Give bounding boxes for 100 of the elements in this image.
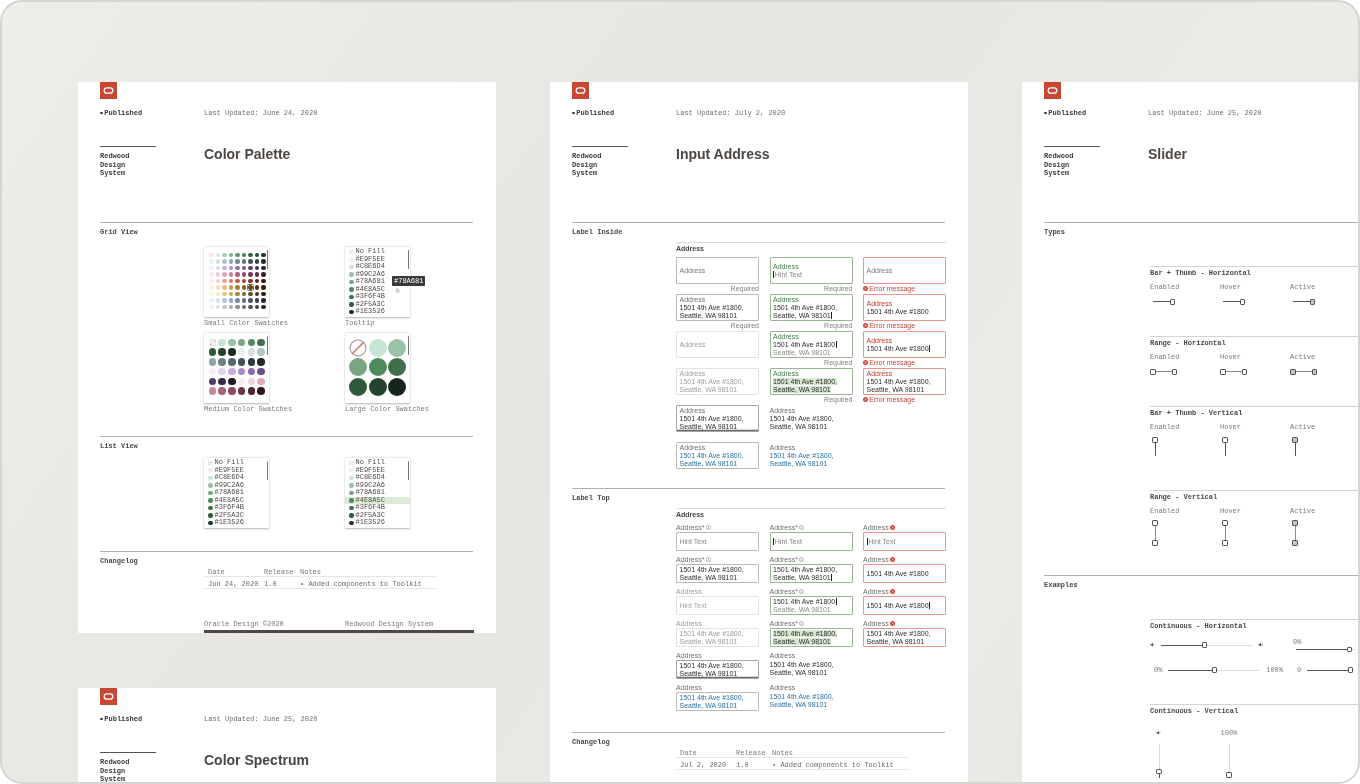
color-swatch-icon[interactable] xyxy=(235,285,240,290)
color-swatch-icon[interactable] xyxy=(222,265,227,270)
slider-thumb[interactable] xyxy=(1220,369,1226,375)
color-swatch-icon[interactable] xyxy=(241,291,246,296)
color-swatch-icon[interactable] xyxy=(261,291,266,296)
range-slider[interactable] xyxy=(1220,369,1247,375)
slider-thumb[interactable] xyxy=(1222,437,1228,443)
color-swatch-icon[interactable] xyxy=(241,278,246,283)
color-swatch-icon[interactable] xyxy=(222,285,227,290)
slider-thumb[interactable] xyxy=(1152,437,1158,443)
color-swatch-icon[interactable] xyxy=(254,278,259,283)
color-swatch-icon[interactable] xyxy=(228,338,236,346)
range-slider[interactable] xyxy=(1290,369,1317,375)
slider-thumb[interactable] xyxy=(1292,520,1298,526)
color-swatch-icon[interactable] xyxy=(247,284,254,291)
color-swatch-icon[interactable] xyxy=(247,387,256,395)
slider-track[interactable] xyxy=(1158,642,1255,648)
slider-thumb[interactable] xyxy=(1309,299,1315,305)
color-swatch-icon[interactable] xyxy=(254,291,259,296)
scrollbar-thumb[interactable] xyxy=(407,461,409,480)
slider-thumb[interactable] xyxy=(1222,520,1228,526)
color-swatch-icon[interactable] xyxy=(247,377,256,386)
scrollbar-thumb[interactable] xyxy=(407,250,409,269)
color-swatch-icon[interactable] xyxy=(247,367,256,376)
color-swatch-icon[interactable] xyxy=(349,377,367,396)
color-swatch-icon[interactable] xyxy=(222,304,227,309)
slider-thumb[interactable] xyxy=(1156,768,1162,775)
slider-thumb[interactable] xyxy=(1169,299,1175,305)
color-swatch-icon[interactable] xyxy=(228,285,233,290)
color-swatch-icon[interactable] xyxy=(247,348,256,356)
color-swatch-icon[interactable] xyxy=(241,272,246,277)
slider-thumb[interactable] xyxy=(1150,369,1156,375)
volume-low-icon[interactable] xyxy=(1156,730,1162,736)
color-swatch-icon[interactable] xyxy=(254,259,259,264)
slider-thumb[interactable] xyxy=(1241,369,1247,375)
range-slider[interactable] xyxy=(1222,520,1228,546)
color-swatch-icon[interactable] xyxy=(241,285,246,290)
color-swatch-icon[interactable] xyxy=(248,265,253,270)
color-swatch-icon[interactable] xyxy=(228,367,236,376)
slider-thumb[interactable] xyxy=(1152,520,1158,526)
slider-thumb[interactable] xyxy=(1201,642,1208,648)
color-swatch-icon[interactable] xyxy=(209,291,214,296)
color-swatch-icon[interactable] xyxy=(241,298,246,303)
scrollbar-thumb[interactable] xyxy=(266,250,268,269)
color-swatch-icon[interactable] xyxy=(237,338,246,346)
color-swatch-icon[interactable] xyxy=(235,259,240,264)
color-swatch-icon[interactable] xyxy=(349,358,367,377)
color-swatch-icon[interactable] xyxy=(209,278,214,283)
color-swatch-icon[interactable] xyxy=(228,259,233,264)
color-swatch-icon[interactable] xyxy=(208,377,216,386)
color-swatch-icon[interactable] xyxy=(237,367,246,376)
color-swatch-icon[interactable] xyxy=(368,377,387,396)
color-swatch-icon[interactable] xyxy=(257,358,265,366)
color-swatch-icon[interactable] xyxy=(218,338,226,346)
color-swatch-icon[interactable] xyxy=(388,377,407,396)
color-swatch-icon[interactable] xyxy=(241,259,246,264)
color-swatch-icon[interactable] xyxy=(235,291,240,296)
color-swatch-icon[interactable] xyxy=(261,298,266,303)
color-swatch-icon[interactable] xyxy=(254,252,259,257)
color-swatch-icon[interactable] xyxy=(261,285,266,290)
color-swatch-icon[interactable] xyxy=(228,358,236,366)
color-swatch-icon[interactable] xyxy=(257,377,265,386)
slider-thumb[interactable] xyxy=(1292,437,1298,443)
color-swatch-icon[interactable] xyxy=(261,272,266,277)
color-swatch-icon[interactable] xyxy=(248,272,253,277)
color-swatch-icon[interactable] xyxy=(237,348,246,356)
color-swatch-icon[interactable] xyxy=(241,252,246,257)
color-swatch-icon[interactable] xyxy=(222,291,227,296)
color-swatch-icon[interactable] xyxy=(261,265,266,270)
color-swatch-icon[interactable] xyxy=(215,291,220,296)
color-swatch-icon[interactable] xyxy=(248,298,253,303)
color-swatch-icon[interactable] xyxy=(228,291,233,296)
color-swatch-icon[interactable] xyxy=(261,252,266,257)
color-swatch-icon[interactable] xyxy=(257,348,265,356)
slider-track[interactable] xyxy=(1304,667,1358,673)
color-swatch-icon[interactable] xyxy=(237,377,246,386)
color-swatch-icon[interactable] xyxy=(254,304,259,309)
color-swatch-icon[interactable] xyxy=(222,252,227,257)
slider-thumb[interactable] xyxy=(1292,540,1298,546)
volume-high-icon[interactable] xyxy=(1257,642,1263,648)
color-swatch-icon[interactable] xyxy=(261,304,266,309)
color-swatch-icon[interactable] xyxy=(215,259,220,264)
color-swatch-icon[interactable] xyxy=(218,358,226,366)
color-swatch-icon[interactable] xyxy=(261,259,266,264)
color-swatch-icon[interactable] xyxy=(228,387,236,395)
slider-thumb[interactable] xyxy=(1346,646,1353,652)
color-swatch-icon[interactable] xyxy=(228,304,233,309)
color-swatch-icon[interactable] xyxy=(235,252,240,257)
color-swatch-icon[interactable] xyxy=(222,298,227,303)
color-swatch-icon[interactable] xyxy=(248,252,253,257)
color-swatch-icon[interactable] xyxy=(218,348,226,356)
color-swatch-icon[interactable] xyxy=(209,285,214,290)
color-swatch-icon[interactable] xyxy=(208,387,216,395)
color-swatch-icon[interactable] xyxy=(235,278,240,283)
slider-track[interactable] xyxy=(1226,741,1232,781)
slider-track[interactable] xyxy=(1293,646,1358,652)
color-swatch-icon[interactable] xyxy=(235,265,240,270)
color-swatch-icon[interactable] xyxy=(257,387,265,395)
color-swatch-icon[interactable] xyxy=(257,338,265,346)
color-swatch-icon[interactable] xyxy=(248,304,253,309)
